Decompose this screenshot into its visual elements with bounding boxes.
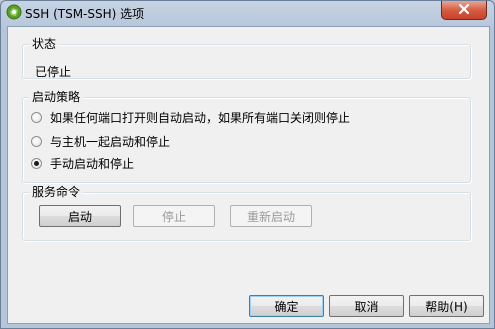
radio-button[interactable]	[31, 135, 42, 147]
policy-option-auto-ports[interactable]: 如果任何端口打开则自动启动，如果所有端口关闭则停止	[31, 109, 350, 125]
policy-option-label: 如果任何端口打开则自动启动，如果所有端口关闭则停止	[50, 110, 351, 125]
help-button[interactable]: 帮助(H)	[409, 295, 484, 317]
stop-button[interactable]: 停止	[133, 205, 215, 227]
status-group-label: 状态	[29, 37, 60, 51]
startup-policy-group: 启动策略 如果任何端口打开则自动启动，如果所有端口关闭则停止 与主机一起启动和停…	[22, 90, 471, 183]
vsphere-app-icon	[6, 4, 22, 23]
dialog-window: SSH (TSM-SSH) 选项 状态 已停止 启动策略 如果任何端口打开则自动…	[0, 0, 495, 329]
service-commands-label: 服务命令	[29, 185, 84, 199]
window-title: SSH (TSM-SSH) 选项	[25, 7, 145, 21]
policy-option-with-host[interactable]: 与主机一起启动和停止	[31, 133, 170, 149]
policy-option-label: 手动启动和停止	[50, 156, 135, 171]
close-icon	[458, 3, 470, 17]
ok-button[interactable]: 确定	[249, 295, 324, 317]
policy-option-label: 与主机一起启动和停止	[50, 134, 171, 149]
policy-option-manual[interactable]: 手动启动和停止	[31, 155, 134, 171]
status-group: 状态 已停止	[22, 37, 471, 79]
cancel-button[interactable]: 取消	[329, 295, 404, 317]
title-bar[interactable]: SSH (TSM-SSH) 选项	[1, 1, 494, 25]
radio-button[interactable]	[31, 111, 42, 123]
dialog-body: 状态 已停止 启动策略 如果任何端口打开则自动启动，如果所有端口关闭则停止 与主…	[7, 26, 490, 324]
close-button[interactable]	[441, 1, 487, 20]
radio-button-selected[interactable]	[31, 157, 42, 169]
start-button[interactable]: 启动	[39, 205, 121, 227]
service-status-value: 已停止	[35, 65, 72, 79]
startup-policy-label: 启动策略	[29, 90, 84, 104]
restart-button[interactable]: 重新启动	[230, 205, 312, 227]
service-commands-group: 服务命令 启动 停止 重新启动	[22, 185, 471, 241]
